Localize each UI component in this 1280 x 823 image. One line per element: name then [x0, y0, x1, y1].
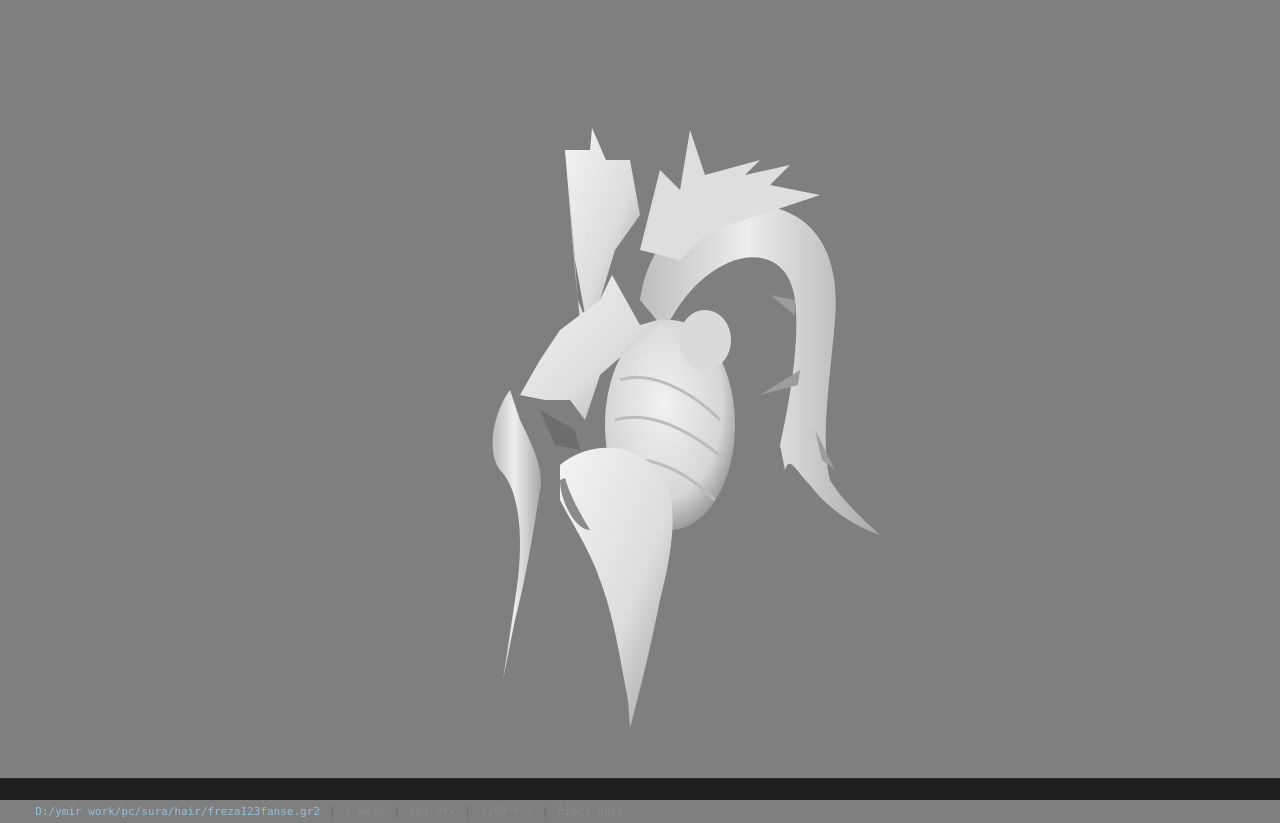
- vertex-count: 984 vtx: [409, 805, 456, 818]
- separator: |: [393, 805, 401, 818]
- separator: |: [464, 805, 472, 818]
- separator: |: [329, 805, 336, 818]
- triangle-count: 1369 tri: [480, 805, 533, 818]
- status-bar: D:/ymir work/pc/sura/hair/freza123fanse.…: [0, 778, 1280, 818]
- file-path: D:/ymir work/pc/sura/hair/freza123fanse.…: [35, 805, 321, 818]
- bun-top: [679, 310, 731, 370]
- front-lock-right: [560, 447, 673, 728]
- front-lock-left: [492, 390, 541, 680]
- anim-status: nincs anim: [557, 805, 624, 818]
- top-strand: [565, 128, 640, 320]
- hair-mesh-model: [492, 128, 880, 728]
- separator: |: [542, 805, 549, 818]
- 3d-viewport[interactable]: [0, 0, 1280, 778]
- mesh-count: 1 mesh: [344, 805, 385, 818]
- crest-shadow: [540, 410, 580, 450]
